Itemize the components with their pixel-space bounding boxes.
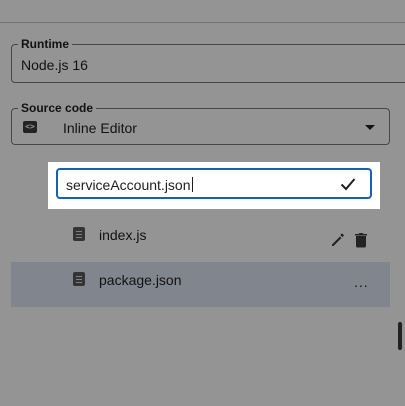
code-icon: <>: [23, 121, 37, 133]
filename-input-value: serviceAccount.json: [66, 176, 193, 194]
scrollbar-thumb[interactable]: [398, 322, 402, 350]
divider: [0, 22, 405, 23]
chevron-down-icon[interactable]: [365, 125, 375, 130]
file-name: index.js: [99, 227, 147, 243]
runtime-field[interactable]: Runtime Node.js 16: [11, 37, 405, 83]
file-icon: [73, 272, 85, 286]
more-options-button[interactable]: ...: [354, 275, 369, 289]
check-icon[interactable]: [340, 177, 356, 191]
source-code-value: Inline Editor: [63, 120, 137, 136]
edit-icon[interactable]: [330, 232, 346, 248]
source-code-select[interactable]: Source code <> Inline Editor: [11, 101, 390, 145]
delete-icon[interactable]: [354, 232, 368, 248]
file-name: package.json: [99, 272, 182, 288]
rename-file-popup: serviceAccount.json: [48, 162, 380, 209]
filename-text: serviceAccount.json: [66, 177, 191, 193]
runtime-label: Runtime: [18, 37, 72, 51]
runtime-value: Node.js 16: [21, 57, 88, 73]
filename-input[interactable]: serviceAccount.json: [56, 168, 372, 199]
file-icon: [73, 227, 85, 241]
file-row-index-js[interactable]: index.js: [11, 214, 390, 259]
file-row-package-json[interactable]: package.json ...: [11, 262, 390, 307]
source-code-label: Source code: [18, 101, 97, 115]
text-caret: [191, 177, 193, 192]
